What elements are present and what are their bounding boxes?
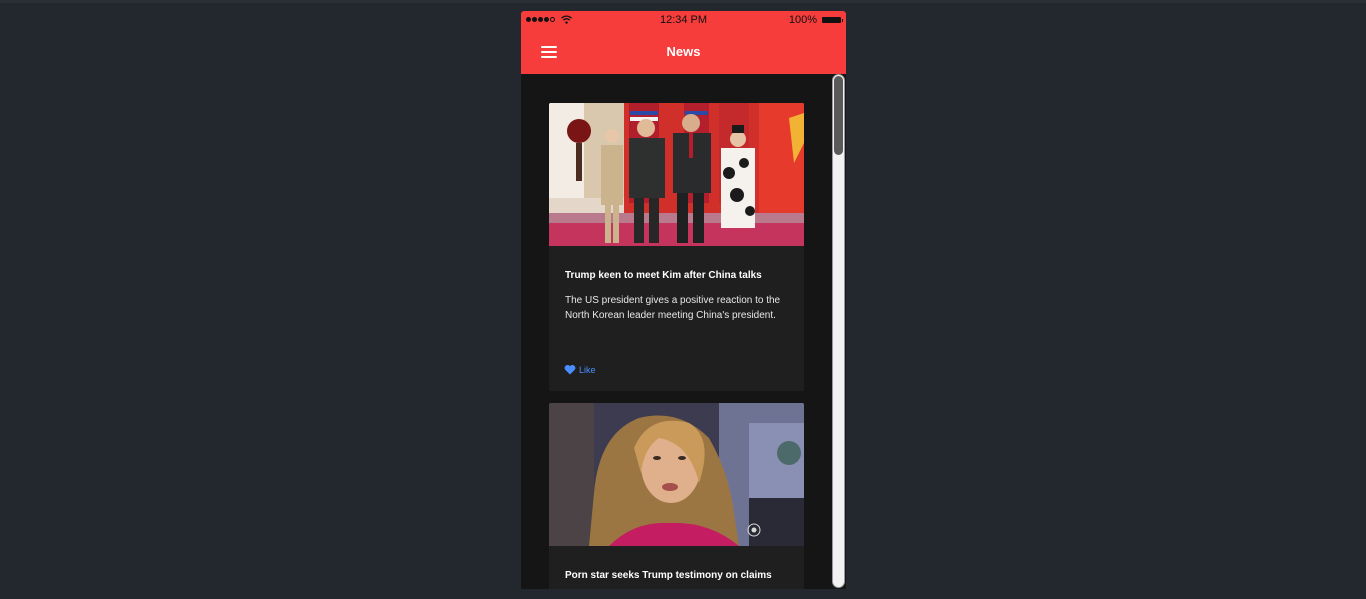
like-button[interactable]: Like (564, 364, 596, 375)
news-image-interview-photo[interactable] (549, 403, 804, 546)
article-title[interactable]: Trump keen to meet Kim after China talks (565, 269, 790, 282)
phone-frame: 12:34 PM 100% News Trump keen to meet Ki… (521, 11, 846, 589)
article-summary: The US president gives a positive reacti… (565, 295, 781, 321)
app-header: News (521, 29, 846, 74)
battery-percentage: 100% (788, 14, 817, 26)
status-bar: 12:34 PM 100% (521, 11, 846, 29)
news-image-summit-photo[interactable] (549, 103, 804, 246)
battery-icon (822, 17, 843, 23)
news-card[interactable]: Trump keen to meet Kim after China talks… (549, 103, 804, 391)
scrollbar-thumb[interactable] (834, 76, 843, 155)
news-feed[interactable]: Trump keen to meet Kim after China talks… (521, 74, 846, 589)
scrollbar[interactable] (832, 74, 845, 588)
top-border (0, 0, 1366, 3)
article-title[interactable]: Porn star seeks Trump testimony on claim… (565, 569, 790, 582)
page-title: News (666, 44, 701, 59)
heart-icon (564, 365, 576, 375)
news-card[interactable]: Porn star seeks Trump testimony on claim… (549, 403, 804, 589)
like-label: Like (579, 364, 596, 375)
